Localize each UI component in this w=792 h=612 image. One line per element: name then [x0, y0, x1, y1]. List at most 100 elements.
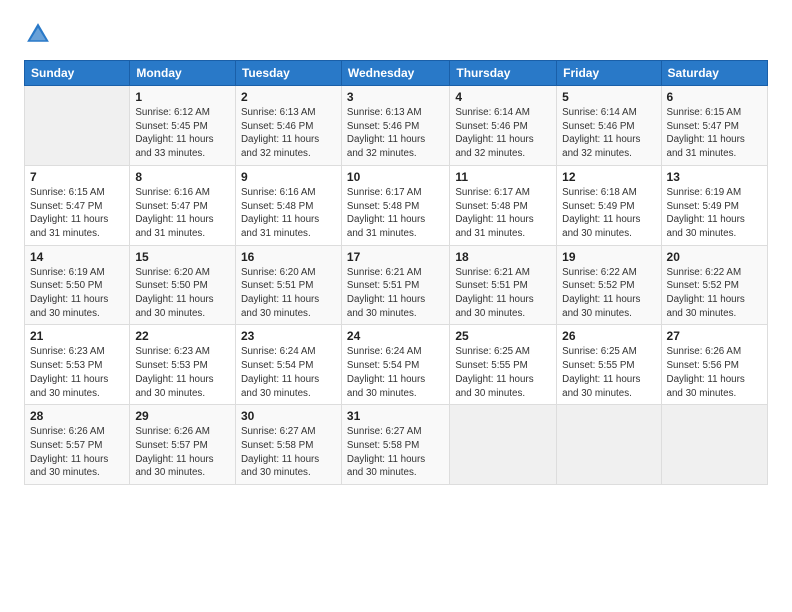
cell-info: Sunrise: 6:16 AMSunset: 5:47 PMDaylight:…: [135, 186, 230, 241]
cell-day-number: 8: [135, 170, 230, 184]
cell-day-number: 25: [455, 329, 551, 343]
calendar-header: SundayMondayTuesdayWednesdayThursdayFrid…: [25, 61, 768, 86]
cell-info: Sunrise: 6:23 AMSunset: 5:53 PMDaylight:…: [30, 345, 124, 400]
calendar-cell: [450, 405, 557, 485]
calendar-cell: 28 Sunrise: 6:26 AMSunset: 5:57 PMDayligh…: [25, 405, 130, 485]
cell-info: Sunrise: 6:14 AMSunset: 5:46 PMDaylight:…: [455, 106, 551, 161]
cell-info: Sunrise: 6:22 AMSunset: 5:52 PMDaylight:…: [667, 266, 762, 321]
cell-info: Sunrise: 6:17 AMSunset: 5:48 PMDaylight:…: [347, 186, 444, 241]
calendar-cell: 14 Sunrise: 6:19 AMSunset: 5:50 PMDayligh…: [25, 245, 130, 325]
week-row-4: 28 Sunrise: 6:26 AMSunset: 5:57 PMDayligh…: [25, 405, 768, 485]
cell-day-number: 11: [455, 170, 551, 184]
header-day-saturday: Saturday: [661, 61, 767, 86]
cell-day-number: 27: [667, 329, 762, 343]
calendar-cell: 15Sunrise: 6:20 AMSunset: 5:50 PMDayligh…: [130, 245, 236, 325]
calendar-cell: 6 Sunrise: 6:15 AMSunset: 5:47 PMDaylight…: [661, 86, 767, 166]
cell-info: Sunrise: 6:15 AMSunset: 5:47 PMDaylight:…: [667, 106, 762, 161]
calendar-table: SundayMondayTuesdayWednesdayThursdayFrid…: [24, 60, 768, 485]
cell-day-number: 9: [241, 170, 336, 184]
cell-info: Sunrise: 6:20 AMSunset: 5:50 PMDaylight:…: [135, 266, 230, 321]
cell-info: Sunrise: 6:17 AMSunset: 5:48 PMDaylight:…: [455, 186, 551, 241]
calendar-cell: 3Sunrise: 6:13 AMSunset: 5:46 PMDaylight…: [341, 86, 449, 166]
cell-day-number: 19: [562, 250, 655, 264]
calendar-cell: 24 Sunrise: 6:24 AMSunset: 5:54 PMDayligh…: [341, 325, 449, 405]
calendar-cell: 5 Sunrise: 6:14 AMSunset: 5:46 PMDaylight…: [557, 86, 661, 166]
cell-info: Sunrise: 6:19 AMSunset: 5:49 PMDaylight:…: [667, 186, 762, 241]
calendar-cell: [25, 86, 130, 166]
cell-info: Sunrise: 6:26 AMSunset: 5:57 PMDaylight:…: [30, 425, 124, 480]
header-day-tuesday: Tuesday: [235, 61, 341, 86]
cell-day-number: 2: [241, 90, 336, 104]
cell-info: Sunrise: 6:25 AMSunset: 5:55 PMDaylight:…: [455, 345, 551, 400]
cell-day-number: 23: [241, 329, 336, 343]
cell-info: Sunrise: 6:12 AMSunset: 5:45 PMDaylight:…: [135, 106, 230, 161]
cell-day-number: 28: [30, 409, 124, 423]
calendar-cell: 27 Sunrise: 6:26 AMSunset: 5:56 PMDayligh…: [661, 325, 767, 405]
header-day-thursday: Thursday: [450, 61, 557, 86]
cell-info: Sunrise: 6:27 AMSunset: 5:58 PMDaylight:…: [347, 425, 444, 480]
logo-icon: [24, 20, 52, 48]
cell-info: Sunrise: 6:13 AMSunset: 5:46 PMDaylight:…: [241, 106, 336, 161]
calendar-cell: 25 Sunrise: 6:25 AMSunset: 5:55 PMDayligh…: [450, 325, 557, 405]
calendar-cell: 4 Sunrise: 6:14 AMSunset: 5:46 PMDaylight…: [450, 86, 557, 166]
calendar-cell: 1 Sunrise: 6:12 AMSunset: 5:45 PMDaylight…: [130, 86, 236, 166]
calendar-cell: 18 Sunrise: 6:21 AMSunset: 5:51 PMDayligh…: [450, 245, 557, 325]
week-row-3: 21 Sunrise: 6:23 AMSunset: 5:53 PMDayligh…: [25, 325, 768, 405]
cell-day-number: 18: [455, 250, 551, 264]
calendar-cell: 23 Sunrise: 6:24 AMSunset: 5:54 PMDayligh…: [235, 325, 341, 405]
calendar-cell: 13 Sunrise: 6:19 AMSunset: 5:49 PMDayligh…: [661, 165, 767, 245]
calendar-cell: 20Sunrise: 6:22 AMSunset: 5:52 PMDayligh…: [661, 245, 767, 325]
cell-day-number: 4: [455, 90, 551, 104]
logo: [24, 20, 56, 48]
cell-info: Sunrise: 6:26 AMSunset: 5:56 PMDaylight:…: [667, 345, 762, 400]
calendar-cell: 8 Sunrise: 6:16 AMSunset: 5:47 PMDaylight…: [130, 165, 236, 245]
calendar-cell: 26Sunrise: 6:25 AMSunset: 5:55 PMDayligh…: [557, 325, 661, 405]
week-row-1: 7 Sunrise: 6:15 AMSunset: 5:47 PMDaylight…: [25, 165, 768, 245]
cell-day-number: 1: [135, 90, 230, 104]
cell-info: Sunrise: 6:23 AMSunset: 5:53 PMDaylight:…: [135, 345, 230, 400]
cell-info: Sunrise: 6:24 AMSunset: 5:54 PMDaylight:…: [241, 345, 336, 400]
week-row-0: 1 Sunrise: 6:12 AMSunset: 5:45 PMDaylight…: [25, 86, 768, 166]
cell-day-number: 14: [30, 250, 124, 264]
cell-day-number: 24: [347, 329, 444, 343]
header-day-sunday: Sunday: [25, 61, 130, 86]
calendar-cell: [661, 405, 767, 485]
cell-info: Sunrise: 6:24 AMSunset: 5:54 PMDaylight:…: [347, 345, 444, 400]
cell-day-number: 31: [347, 409, 444, 423]
cell-info: Sunrise: 6:21 AMSunset: 5:51 PMDaylight:…: [455, 266, 551, 321]
calendar-cell: 11 Sunrise: 6:17 AMSunset: 5:48 PMDayligh…: [450, 165, 557, 245]
page: SundayMondayTuesdayWednesdayThursdayFrid…: [0, 0, 792, 612]
cell-info: Sunrise: 6:15 AMSunset: 5:47 PMDaylight:…: [30, 186, 124, 241]
calendar-cell: 17Sunrise: 6:21 AMSunset: 5:51 PMDayligh…: [341, 245, 449, 325]
cell-day-number: 22: [135, 329, 230, 343]
cell-info: Sunrise: 6:19 AMSunset: 5:50 PMDaylight:…: [30, 266, 124, 321]
cell-info: Sunrise: 6:25 AMSunset: 5:55 PMDaylight:…: [562, 345, 655, 400]
cell-info: Sunrise: 6:13 AMSunset: 5:46 PMDaylight:…: [347, 106, 444, 161]
header: [24, 20, 768, 48]
header-row: SundayMondayTuesdayWednesdayThursdayFrid…: [25, 61, 768, 86]
calendar-cell: 7 Sunrise: 6:15 AMSunset: 5:47 PMDaylight…: [25, 165, 130, 245]
cell-info: Sunrise: 6:22 AMSunset: 5:52 PMDaylight:…: [562, 266, 655, 321]
cell-day-number: 29: [135, 409, 230, 423]
cell-day-number: 16: [241, 250, 336, 264]
calendar-cell: 9Sunrise: 6:16 AMSunset: 5:48 PMDaylight…: [235, 165, 341, 245]
header-day-friday: Friday: [557, 61, 661, 86]
cell-info: Sunrise: 6:26 AMSunset: 5:57 PMDaylight:…: [135, 425, 230, 480]
calendar-cell: 16Sunrise: 6:20 AMSunset: 5:51 PMDayligh…: [235, 245, 341, 325]
calendar-cell: 22 Sunrise: 6:23 AMSunset: 5:53 PMDayligh…: [130, 325, 236, 405]
calendar-body: 1 Sunrise: 6:12 AMSunset: 5:45 PMDaylight…: [25, 86, 768, 485]
calendar-cell: 2 Sunrise: 6:13 AMSunset: 5:46 PMDaylight…: [235, 86, 341, 166]
cell-day-number: 12: [562, 170, 655, 184]
cell-day-number: 13: [667, 170, 762, 184]
week-row-2: 14 Sunrise: 6:19 AMSunset: 5:50 PMDayligh…: [25, 245, 768, 325]
calendar-cell: 19 Sunrise: 6:22 AMSunset: 5:52 PMDayligh…: [557, 245, 661, 325]
cell-info: Sunrise: 6:18 AMSunset: 5:49 PMDaylight:…: [562, 186, 655, 241]
cell-day-number: 6: [667, 90, 762, 104]
calendar-cell: [557, 405, 661, 485]
cell-day-number: 7: [30, 170, 124, 184]
cell-info: Sunrise: 6:21 AMSunset: 5:51 PMDaylight:…: [347, 266, 444, 321]
cell-day-number: 5: [562, 90, 655, 104]
cell-day-number: 21: [30, 329, 124, 343]
cell-info: Sunrise: 6:14 AMSunset: 5:46 PMDaylight:…: [562, 106, 655, 161]
calendar-cell: 21 Sunrise: 6:23 AMSunset: 5:53 PMDayligh…: [25, 325, 130, 405]
